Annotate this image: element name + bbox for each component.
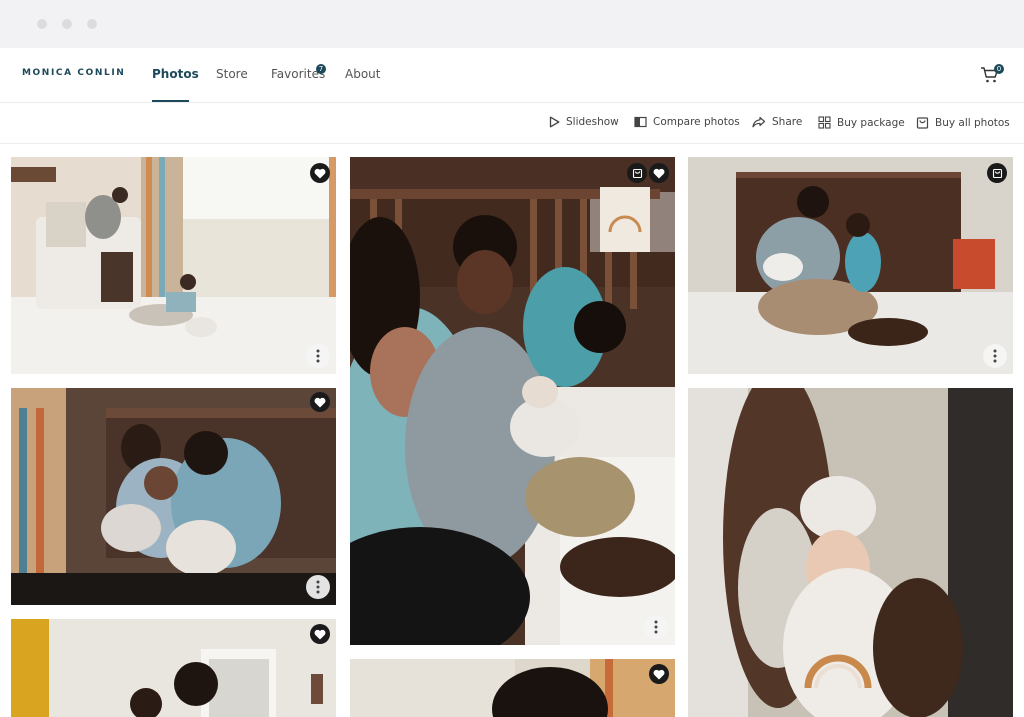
brand-logo[interactable]: MONICA CONLIN [22,68,125,78]
bag-icon [992,168,1002,178]
slideshow-label: Slideshow [566,116,619,128]
photo-options-button[interactable] [983,344,1007,368]
cart-button[interactable]: 0 [980,64,1004,84]
more-vertical-icon [316,580,320,594]
top-nav: MONICA CONLIN Photos Store Favorites 7 A… [0,48,1024,103]
browser-chrome [0,0,1024,48]
compare-icon [634,116,647,128]
share-label: Share [772,116,803,128]
favorite-button[interactable] [649,163,669,183]
photo-family-window [11,619,336,717]
cart-count-badge: 0 [994,64,1004,74]
gallery-toolbar: Slideshow Compare photos Share Buy packa… [0,104,1024,144]
heart-icon [653,168,665,178]
buy-package-label: Buy package [837,116,905,129]
photo-tile[interactable] [11,157,336,374]
photo-tile[interactable] [688,157,1013,374]
heart-icon [314,397,326,407]
compare-photos-label: Compare photos [653,116,740,128]
nav-store[interactable]: Store [216,67,248,81]
heart-icon [314,629,326,639]
photo-tile[interactable] [688,388,1013,717]
favorites-count-badge: 7 [316,64,326,74]
share-icon [752,116,766,128]
photo-options-button[interactable] [644,615,668,639]
window-maximize-dot[interactable] [87,19,97,29]
photo-options-button[interactable] [306,344,330,368]
grid-icon [818,116,831,129]
photo-tile[interactable] [11,388,336,605]
nav-photos[interactable]: Photos [152,67,199,81]
favorite-button[interactable] [649,664,669,684]
favorite-button[interactable] [310,624,330,644]
favorite-button[interactable] [310,163,330,183]
buy-all-photos-label: Buy all photos [935,116,1010,129]
nav-about[interactable]: About [345,67,380,81]
share-button[interactable]: Share [752,116,802,128]
window-minimize-dot[interactable] [62,19,72,29]
bag-icon [916,117,929,129]
bag-icon [632,168,642,178]
more-vertical-icon [993,349,997,363]
more-vertical-icon [316,349,320,363]
photo-tile[interactable] [350,157,675,645]
photo-father-sons-dresser [688,157,1013,374]
buy-all-photos-button[interactable]: Buy all photos [916,116,1010,129]
buy-package-button[interactable]: Buy package [818,116,905,129]
photo-nursery-father-son [11,157,336,374]
play-icon [549,116,560,128]
window-close-dot[interactable] [37,19,47,29]
slideshow-button[interactable]: Slideshow [549,116,619,128]
photo-tile[interactable] [11,619,336,717]
nav-active-underline [152,100,189,102]
heart-icon [314,168,326,178]
more-vertical-icon [654,620,658,634]
photo-child-head-window [350,659,675,717]
favorite-button[interactable] [310,392,330,412]
add-to-cart-button[interactable] [627,163,647,183]
photo-family-crib-newborn [350,157,675,645]
add-to-cart-button[interactable] [987,163,1007,183]
photo-tile[interactable] [350,659,675,717]
photo-newborn-close-up [688,388,1013,717]
heart-icon [653,669,665,679]
photo-options-button[interactable] [306,575,330,599]
compare-photos-button[interactable]: Compare photos [634,116,740,128]
photo-family-embrace-bed [11,388,336,605]
